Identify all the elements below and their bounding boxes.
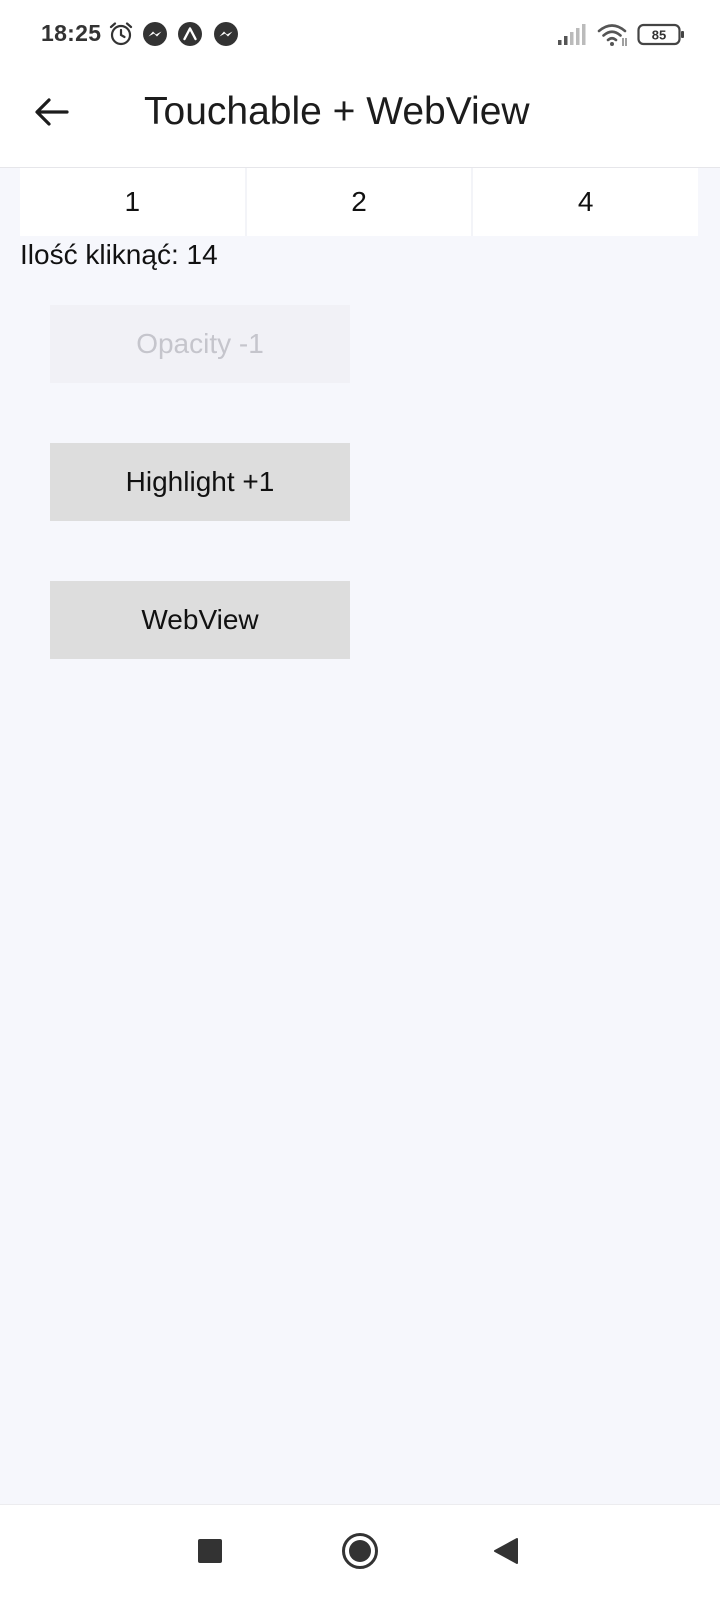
signal-icon xyxy=(557,24,587,46)
home-circle-icon xyxy=(341,1532,379,1575)
expo-icon xyxy=(177,21,203,47)
home-button[interactable] xyxy=(332,1525,388,1581)
status-bar: 18:25 85 xyxy=(0,0,720,70)
counter-cell-3: 4 xyxy=(471,168,699,236)
webview-button[interactable]: WebView xyxy=(50,581,350,659)
recents-button[interactable] xyxy=(182,1525,238,1581)
messenger-icon xyxy=(213,21,239,47)
status-time: 18:25 xyxy=(41,20,102,46)
back-button[interactable] xyxy=(26,88,78,140)
battery-icon: 85 xyxy=(637,23,685,47)
arrow-left-icon xyxy=(34,97,70,132)
svg-text:85: 85 xyxy=(652,28,666,43)
counter-cell-2: 2 xyxy=(244,168,472,236)
page-title: Touchable + WebView xyxy=(144,90,530,133)
counter-cell-1: 1 xyxy=(20,168,245,236)
back-nav-button[interactable] xyxy=(478,1525,534,1581)
navigation-bar xyxy=(0,1504,720,1601)
messenger-icon xyxy=(142,21,168,47)
click-count-label: Ilość kliknąć: 14 xyxy=(20,239,218,270)
alarm-icon xyxy=(108,21,134,47)
wifi-icon xyxy=(597,22,629,48)
recents-square-icon xyxy=(197,1538,223,1569)
highlight-button[interactable]: Highlight +1 xyxy=(50,443,350,521)
counter-row: 1 2 4 xyxy=(20,168,699,236)
opacity-button[interactable]: Opacity -1 xyxy=(50,305,350,383)
app-bar: Touchable + WebView xyxy=(0,70,720,168)
back-triangle-icon xyxy=(493,1537,519,1570)
